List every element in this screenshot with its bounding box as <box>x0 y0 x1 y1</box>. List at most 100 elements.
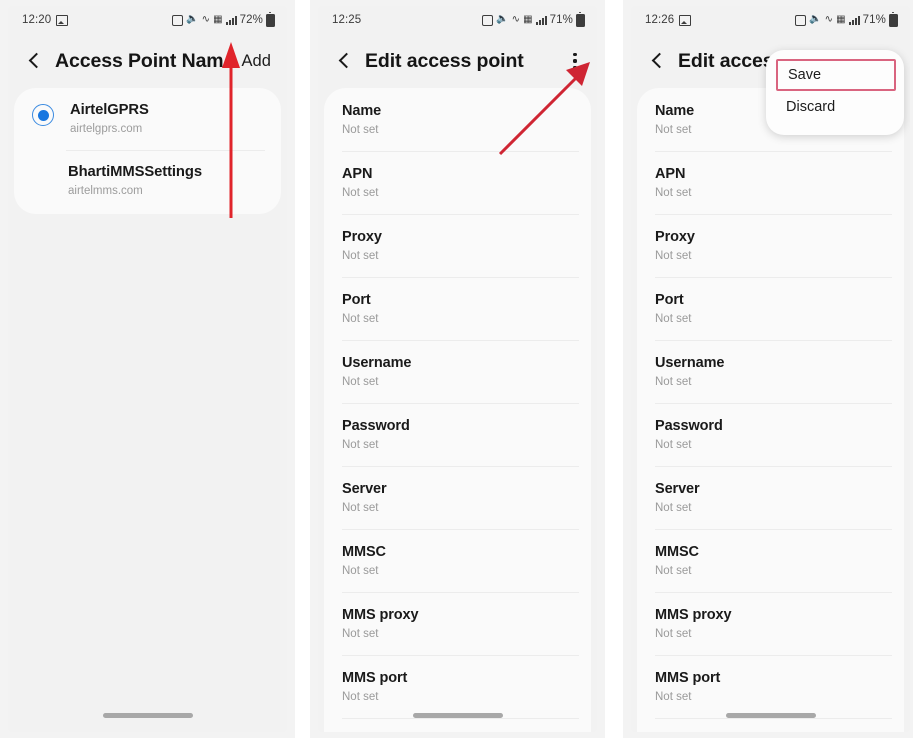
field-value: Not set <box>655 250 692 262</box>
mute-icon: 🔈 <box>186 13 199 25</box>
menu-item-discard[interactable]: Discard <box>766 91 904 123</box>
list-item[interactable]: BhartiMMSSettings airtelmms.com <box>14 150 281 212</box>
signal-bars-icon <box>848 15 860 25</box>
field-label: Proxy <box>655 229 695 245</box>
field-value: Not set <box>655 502 692 514</box>
home-indicator[interactable] <box>725 713 816 718</box>
field-row-mmsc[interactable]: MMSC Not set <box>324 529 591 592</box>
field-row-username[interactable]: Username Not set <box>324 340 591 403</box>
alarm-icon <box>795 14 807 26</box>
signal-bars-icon <box>225 15 237 25</box>
field-row-mms-proxy[interactable]: MMS proxy Not set <box>324 592 591 655</box>
empty-space <box>8 214 287 732</box>
status-time: 12:26 <box>645 14 675 26</box>
field-row-mcc[interactable]: MCC 404 <box>637 718 904 732</box>
field-row-username[interactable]: Username Not set <box>637 340 904 403</box>
field-value: Not set <box>655 439 692 451</box>
panel-2-body: Edit access point Name Not set APN Not s… <box>318 34 597 732</box>
field-label: Proxy <box>342 229 382 245</box>
battery-icon <box>889 11 898 27</box>
status-bar-right: 🔈 ∿ ▦ 71% <box>795 11 898 27</box>
apn-fields-card: Name Not set APN Not set Proxy Not set P… <box>324 88 591 732</box>
field-row-password[interactable]: Password Not set <box>637 403 904 466</box>
kebab-menu-icon[interactable] <box>285 49 287 73</box>
back-chevron-icon[interactable] <box>334 50 356 72</box>
home-indicator[interactable] <box>102 713 193 718</box>
field-value: Not set <box>342 439 379 451</box>
add-button[interactable]: Add <box>240 52 273 71</box>
wifi-icon: ∿ <box>511 14 521 25</box>
field-label: MMS proxy <box>655 607 732 623</box>
radio-button-selected[interactable] <box>32 104 54 126</box>
mute-icon: 🔈 <box>496 13 509 25</box>
field-row-apn[interactable]: APN Not set <box>637 151 904 214</box>
field-row-name[interactable]: Name Not set <box>324 88 591 151</box>
mute-icon: 🔈 <box>809 13 822 25</box>
field-row-mmsc[interactable]: MMSC Not set <box>637 529 904 592</box>
field-label: MMS port <box>342 670 408 686</box>
field-row-proxy[interactable]: Proxy Not set <box>324 214 591 277</box>
app-bar: Edit access point <box>318 34 597 88</box>
apn-name: BhartiMMSSettings <box>68 164 202 180</box>
battery-icon <box>266 11 275 27</box>
panel-3-screen: 12:26 🔈 ∿ ▦ 71% Edit access point Name N… <box>631 6 910 732</box>
battery-icon <box>576 11 585 27</box>
alarm-icon <box>172 14 184 26</box>
overflow-menu: Save Discard <box>766 50 904 135</box>
field-label: Name <box>342 103 382 119</box>
panel-1-body: Access Point Nam... Add AirtelGPRS airte… <box>8 34 287 732</box>
kebab-menu-icon[interactable] <box>565 49 585 73</box>
field-row-server[interactable]: Server Not set <box>324 466 591 529</box>
field-row-mms-port[interactable]: MMS port Not set <box>324 655 591 718</box>
battery-percent: 71% <box>549 14 573 26</box>
field-row-mcc[interactable]: MCC 404 <box>324 718 591 732</box>
radio-button-unselected[interactable] <box>32 166 52 186</box>
field-row-mms-port[interactable]: MMS port Not set <box>637 655 904 718</box>
menu-item-save[interactable]: Save <box>776 59 896 91</box>
apn-text-block: BhartiMMSSettings airtelmms.com <box>68 163 202 199</box>
status-bar-left: 12:26 <box>645 14 692 26</box>
panel-1-screen: 12:20 🔈 ∿ ▦ 72% Access Point Nam... Add … <box>8 6 287 732</box>
field-label: MMSC <box>655 544 699 560</box>
field-value: Not set <box>342 187 379 199</box>
phone-panel-edit-access-point-menu: 12:26 🔈 ∿ ▦ 71% Edit access point Name N… <box>623 0 913 738</box>
field-value: Not set <box>655 187 692 199</box>
field-label: Password <box>655 418 723 434</box>
field-row-apn[interactable]: APN Not set <box>324 151 591 214</box>
apn-list-card: AirtelGPRS airtelgprs.com BhartiMMSSetti… <box>14 88 281 214</box>
back-chevron-icon[interactable] <box>24 50 46 72</box>
signal-bars-icon <box>535 15 547 25</box>
field-row-port[interactable]: Port Not set <box>324 277 591 340</box>
page-title: Edit access point <box>365 49 524 72</box>
field-row-password[interactable]: Password Not set <box>324 403 591 466</box>
field-row-server[interactable]: Server Not set <box>637 466 904 529</box>
field-label: Port <box>655 292 684 308</box>
back-chevron-icon[interactable] <box>647 50 669 72</box>
field-label: APN <box>655 166 686 182</box>
phone-panel-apn-list: 12:20 🔈 ∿ ▦ 72% Access Point Nam... Add … <box>0 0 295 738</box>
list-item[interactable]: AirtelGPRS airtelgprs.com <box>14 88 281 150</box>
status-bar-right: 🔈 ∿ ▦ 72% <box>172 11 275 27</box>
field-row-mms-proxy[interactable]: MMS proxy Not set <box>637 592 904 655</box>
battery-percent: 72% <box>239 14 263 26</box>
status-bar-left: 12:25 <box>332 14 361 26</box>
mobile-data-icon: ▦ <box>836 14 846 25</box>
apn-host: airtelgprs.com <box>70 123 143 135</box>
field-value: Not set <box>342 628 379 640</box>
status-bar: 12:20 🔈 ∿ ▦ 72% <box>8 6 287 34</box>
field-row-port[interactable]: Port Not set <box>637 277 904 340</box>
status-bar-left: 12:20 <box>22 14 69 26</box>
status-time: 12:20 <box>22 14 52 26</box>
apn-host: airtelmms.com <box>68 185 143 197</box>
home-indicator[interactable] <box>412 713 503 718</box>
field-value: Not set <box>342 313 379 325</box>
phone-panel-edit-access-point: 12:25 🔈 ∿ ▦ 71% Edit access point Name N… <box>310 0 605 738</box>
field-label: MMS port <box>655 670 721 686</box>
status-bar: 12:26 🔈 ∿ ▦ 71% <box>631 6 910 34</box>
field-value: Not set <box>342 565 379 577</box>
gallery-icon <box>679 14 692 26</box>
panel-3-body: Edit access point Name Not set APN Not s… <box>631 34 910 732</box>
field-row-proxy[interactable]: Proxy Not set <box>637 214 904 277</box>
field-label: MMS proxy <box>342 607 419 623</box>
apn-name: AirtelGPRS <box>70 102 149 118</box>
